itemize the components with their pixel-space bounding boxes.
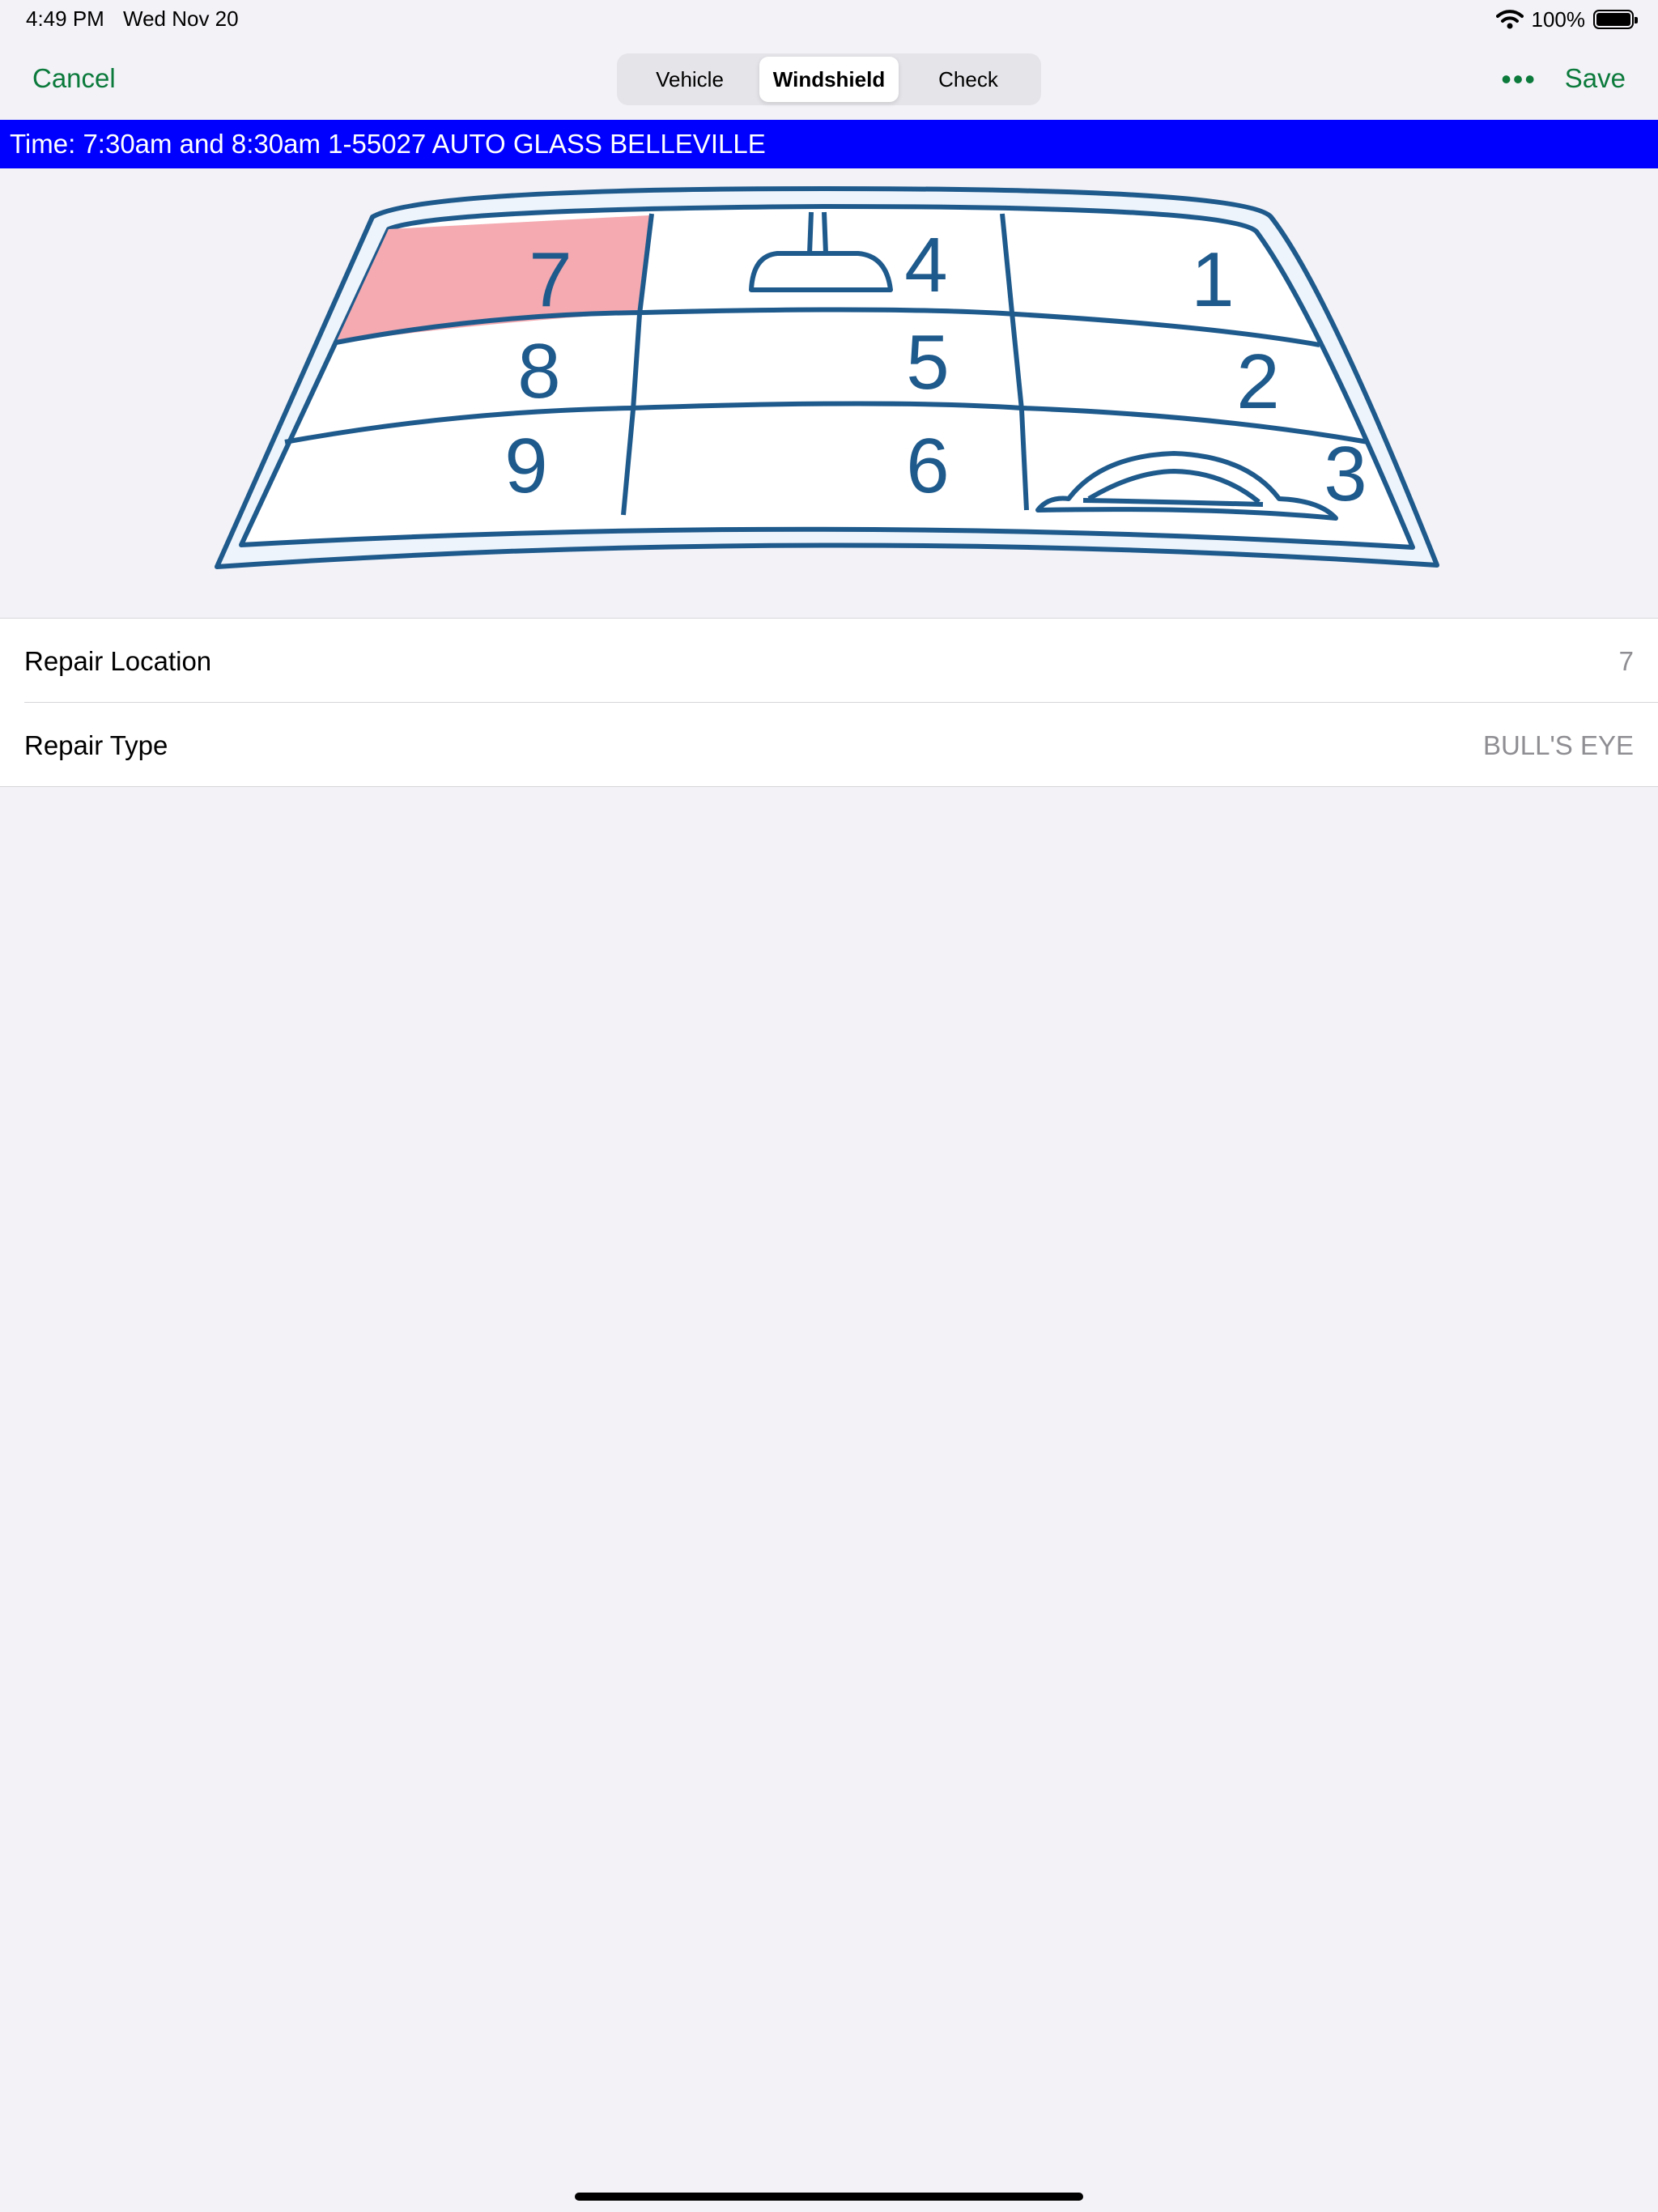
zone-8-label[interactable]: 8 (517, 328, 560, 415)
zone-1-label[interactable]: 1 (1191, 236, 1234, 323)
home-indicator[interactable] (575, 2193, 1083, 2201)
repair-type-value: BULL'S EYE (1482, 730, 1634, 760)
repair-location-label: Repair Location (24, 646, 212, 676)
zone-5-label[interactable]: 5 (906, 319, 949, 406)
cancel-button[interactable]: Cancel (32, 63, 116, 94)
section-segmented-control: Vehicle Windshield Check (617, 53, 1041, 105)
zone-3-label[interactable]: 3 (1324, 431, 1367, 517)
repair-location-row[interactable]: Repair Location 7 (0, 619, 1658, 702)
zone-7-label[interactable]: 7 (529, 236, 572, 323)
battery-icon (1593, 10, 1638, 29)
zone-9-label[interactable]: 9 (504, 423, 547, 509)
status-bar: 4:49 PM Wed Nov 20 100% (0, 0, 1658, 39)
status-date: Wed Nov 20 (123, 6, 239, 31)
windshield-diagram: 7 4 1 8 5 2 9 6 3 (0, 168, 1658, 618)
tab-vehicle[interactable]: Vehicle (620, 57, 759, 102)
status-indicators: 100% (1495, 6, 1638, 32)
appointment-banner: Time: 7:30am and 8:30am 1-55027 AUTO GLA… (0, 120, 1658, 168)
status-time: 4:49 PM (26, 6, 104, 31)
save-button[interactable]: Save (1565, 63, 1626, 94)
repair-type-row[interactable]: Repair Type BULL'S EYE (24, 702, 1658, 786)
navigation-bar: Cancel Vehicle Windshield Check ••• Save (0, 39, 1658, 120)
tab-windshield[interactable]: Windshield (759, 57, 899, 102)
repair-location-value: 7 (1618, 646, 1634, 676)
wifi-icon (1495, 10, 1524, 29)
windshield-svg: 7 4 1 8 5 2 9 6 3 (215, 186, 1439, 569)
zone-2-label[interactable]: 2 (1236, 338, 1279, 425)
repair-details-list: Repair Location 7 Repair Type BULL'S EYE (0, 618, 1658, 787)
zone-6-label[interactable]: 6 (906, 423, 949, 509)
tab-check[interactable]: Check (899, 57, 1038, 102)
more-options-icon[interactable]: ••• (1501, 65, 1537, 94)
zone-4-label[interactable]: 4 (904, 222, 947, 308)
repair-type-label: Repair Type (24, 730, 168, 760)
battery-percent: 100% (1531, 6, 1586, 32)
